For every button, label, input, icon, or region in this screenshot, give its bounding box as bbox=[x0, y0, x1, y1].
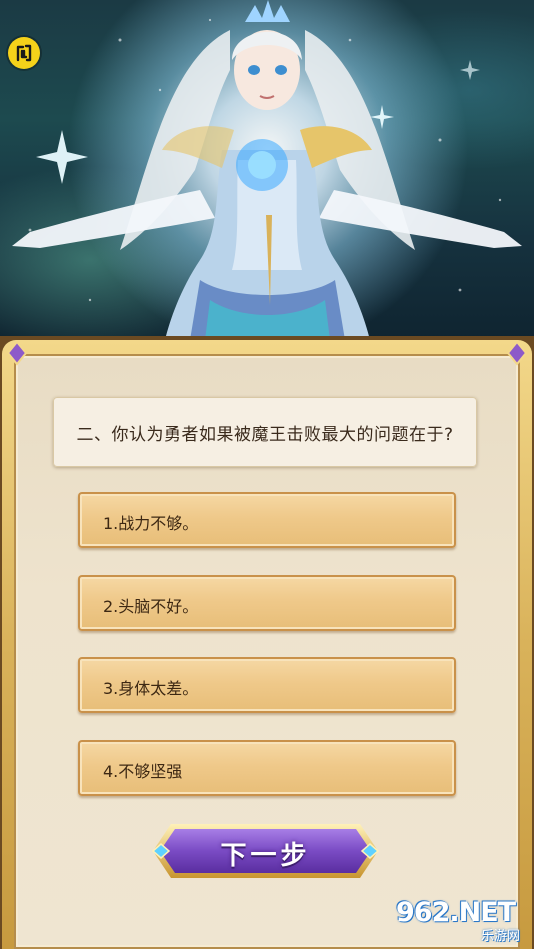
close-glyph-icon bbox=[16, 44, 32, 62]
option-1-label: 1.战力不够。 bbox=[103, 514, 199, 533]
question-box: 二、你认为勇者如果被魔王击败最大的问题在于? bbox=[53, 397, 477, 467]
watermark-brand: 962.NET bbox=[396, 897, 516, 928]
option-2-label: 2.头脑不好。 bbox=[103, 597, 199, 616]
quiz-screen: 二、你认为勇者如果被魔王击败最大的问题在于? 1.战力不够。 2.头脑不好。 3… bbox=[0, 0, 534, 949]
corner-gem-left-icon bbox=[6, 340, 28, 366]
heroine-illustration bbox=[12, 0, 522, 340]
watermark-sub: 乐游网 bbox=[480, 929, 520, 944]
option-2[interactable]: 2.头脑不好。 bbox=[78, 575, 456, 631]
next-step-label: 下一步 bbox=[220, 841, 311, 871]
close-button[interactable] bbox=[8, 37, 40, 69]
option-1[interactable]: 1.战力不够。 bbox=[78, 492, 456, 548]
corner-gem-right-icon bbox=[506, 340, 528, 366]
next-step-button[interactable]: 下一步 bbox=[149, 820, 382, 882]
option-3-label: 3.身体太差。 bbox=[103, 679, 199, 698]
option-4-label: 4.不够坚强 bbox=[103, 762, 183, 781]
option-4[interactable]: 4.不够坚强 bbox=[78, 740, 456, 796]
watermark-logo: 962.NET 乐游网 bbox=[396, 897, 526, 944]
hero-artwork bbox=[0, 0, 534, 340]
option-3[interactable]: 3.身体太差。 bbox=[78, 657, 456, 713]
question-text: 二、你认为勇者如果被魔王击败最大的问题在于? bbox=[76, 425, 454, 445]
